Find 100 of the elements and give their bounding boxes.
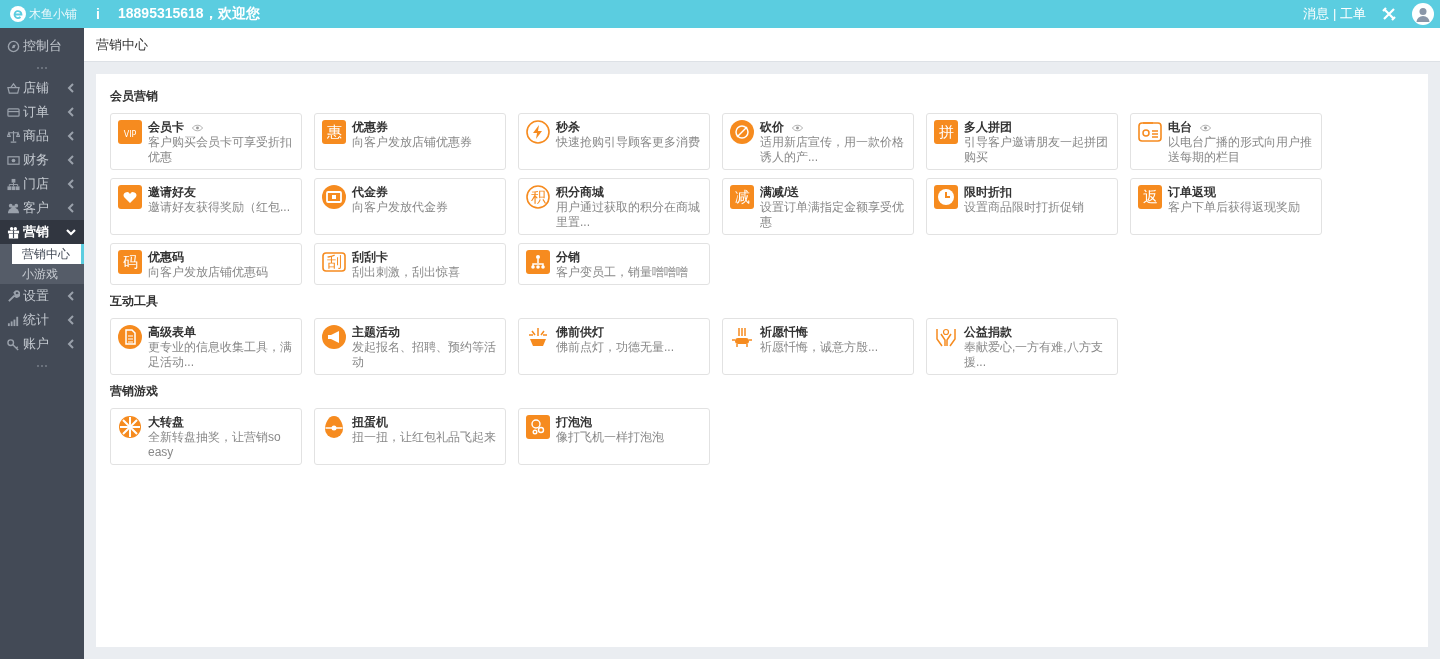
feature-card[interactable]: 公益捐款 奉献爱心,一方有难,八方支援... (926, 318, 1118, 375)
nav-item[interactable]: 统计 (0, 308, 84, 332)
nav-icon (7, 177, 20, 191)
nav-item[interactable]: 财务 (0, 148, 84, 172)
eye-icon[interactable] (1200, 123, 1211, 132)
nav-icon (7, 39, 20, 53)
nav-item[interactable]: 账户 (0, 332, 84, 356)
nav-icon (7, 153, 20, 167)
nav-icon (7, 201, 20, 215)
avatar-icon[interactable] (1412, 3, 1434, 25)
section-heading: 会员营销 (110, 88, 159, 105)
feature-card[interactable]: 祈愿忏悔 祈愿忏悔，诚意方殷... (722, 318, 914, 375)
divider-dots (37, 365, 47, 369)
card-description: 邀请好友获得奖励（红包... (148, 200, 290, 215)
feature-card[interactable]: 邀请好友 邀请好友获得奖励（红包... (110, 178, 302, 235)
feature-icon (322, 185, 346, 209)
feature-icon (118, 415, 142, 439)
card-description: 快速抢购引导顾客更多消费 (556, 135, 700, 150)
submenu-item[interactable]: 小游戏 (12, 264, 84, 284)
nav-item[interactable]: 商品 (0, 124, 84, 148)
feature-card[interactable]: 限时折扣 设置商品限时打折促销 (926, 178, 1118, 235)
feature-icon (730, 120, 754, 144)
feature-icon: 惠 (322, 120, 346, 144)
nav-icon (7, 105, 20, 119)
section-heading: 互动工具 (110, 293, 159, 310)
chevron-left-icon (66, 131, 76, 141)
eye-icon[interactable] (792, 123, 803, 132)
card-description: 更专业的信息收集工具，满足活动... (148, 340, 293, 370)
card-title: 电台 (1168, 120, 1192, 135)
logo-icon (10, 6, 26, 22)
info-mark: i (96, 6, 101, 22)
feature-card[interactable]: 电台 以电台广播的形式向用户推送每期的栏目 (1130, 113, 1322, 170)
card-description: 扭一扭，让红包礼品飞起来 (352, 430, 496, 445)
chevron-left-icon (66, 83, 76, 93)
card-title: 优惠码 (148, 250, 184, 265)
card-title: 代金券 (352, 185, 388, 200)
feature-card[interactable]: 代金券 向客户发放代金券 (314, 178, 506, 235)
card-title: 公益捐款 (964, 325, 1012, 340)
feature-card[interactable]: 秒杀 快速抢购引导顾客更多消费 (518, 113, 710, 170)
feature-card[interactable]: 佛前供灯 佛前点灯，功德无量... (518, 318, 710, 375)
card-description: 客户变员工，销量噌噌噌 (556, 265, 688, 280)
card-title: 大转盘 (148, 415, 184, 430)
feature-icon: 拼 (934, 120, 958, 144)
card-description: 用户通过获取的积分在商城里置... (556, 200, 701, 230)
card-title: 多人拼团 (964, 120, 1012, 135)
card-title: 秒杀 (556, 120, 580, 135)
nav-icon (7, 289, 20, 303)
feature-icon (1138, 120, 1162, 144)
feature-card[interactable]: 砍价 适用新店宣传，用一款价格诱人的产... (722, 113, 914, 170)
feature-icon: 积 (526, 185, 550, 209)
card-description: 刮出刺激，刮出惊喜 (352, 265, 460, 280)
card-description: 祈愿忏悔，诚意方殷... (760, 340, 878, 355)
feature-card[interactable]: 大转盘 全新转盘抽奖，让营销so easy (110, 408, 302, 465)
feature-icon (526, 415, 550, 439)
feature-card[interactable]: 分销 客户变员工，销量噌噌噌 (518, 243, 710, 285)
card-description: 像打飞机一样打泡泡 (556, 430, 664, 445)
card-title: 分销 (556, 250, 580, 265)
feature-icon (526, 325, 550, 349)
card-description: 全新转盘抽奖，让营销so easy (148, 430, 282, 460)
card-description: 奉献爱心,一方有难,八方支援... (964, 340, 1104, 370)
page-title: 营销中心 (96, 35, 148, 54)
feature-icon (118, 325, 142, 349)
feature-icon: 减 (730, 185, 754, 209)
card-title: 积分商城 (556, 185, 604, 200)
feature-icon (322, 415, 346, 439)
card-description: 佛前点灯，功德无量... (556, 340, 674, 355)
card-title: 主题活动 (352, 325, 400, 340)
chevron-left-icon (66, 291, 76, 301)
nav-icon (7, 225, 20, 239)
card-title: 打泡泡 (556, 415, 592, 430)
card-title: 扭蛋机 (352, 415, 388, 430)
card-title: 砍价 (760, 120, 784, 135)
nav-item[interactable]: 营销 (0, 220, 84, 244)
eye-icon[interactable] (192, 123, 203, 132)
card-description: 引导客户邀请朋友一起拼团购买 (964, 135, 1109, 165)
nav-item[interactable]: 设置 (0, 284, 84, 308)
card-title: 邀请好友 (148, 185, 196, 200)
chevron-down-icon (66, 227, 76, 237)
section-heading: 营销游戏 (110, 383, 159, 400)
feature-card[interactable]: 打泡泡 像打飞机一样打泡泡 (518, 408, 710, 465)
nav-item[interactable]: 门店 (0, 172, 84, 196)
feature-icon: 刮 (322, 250, 346, 274)
nav-icon (7, 81, 20, 95)
greeting-text: 18895315618，欢迎您 (118, 5, 260, 23)
feature-card[interactable]: 扭蛋机 扭一扭，让红包礼品飞起来 (314, 408, 506, 465)
tools-icon[interactable] (1382, 7, 1396, 21)
feature-card[interactable]: 高级表单 更专业的信息收集工具，满足活动... (110, 318, 302, 375)
card-description: 发起报名、招聘、预约等活动 (352, 340, 497, 370)
card-description: 客户下单后获得返现奖励 (1168, 200, 1300, 215)
logo-text: 木鱼小铺 (29, 5, 77, 23)
nav-item[interactable]: 订单 (0, 100, 84, 124)
card-description: 适用新店宣传，用一款价格诱人的产... (760, 135, 905, 165)
feature-card[interactable]: 主题活动 发起报名、招聘、预约等活动 (314, 318, 506, 375)
nav-item[interactable]: 客户 (0, 196, 84, 220)
card-description: 向客户发放代金券 (352, 200, 448, 215)
submenu-item[interactable]: 营销中心 (12, 244, 84, 264)
nav-icon (7, 129, 20, 143)
card-title: 高级表单 (148, 325, 196, 340)
nav-item[interactable]: 控制台 (0, 34, 84, 58)
nav-item[interactable]: 店铺 (0, 76, 84, 100)
